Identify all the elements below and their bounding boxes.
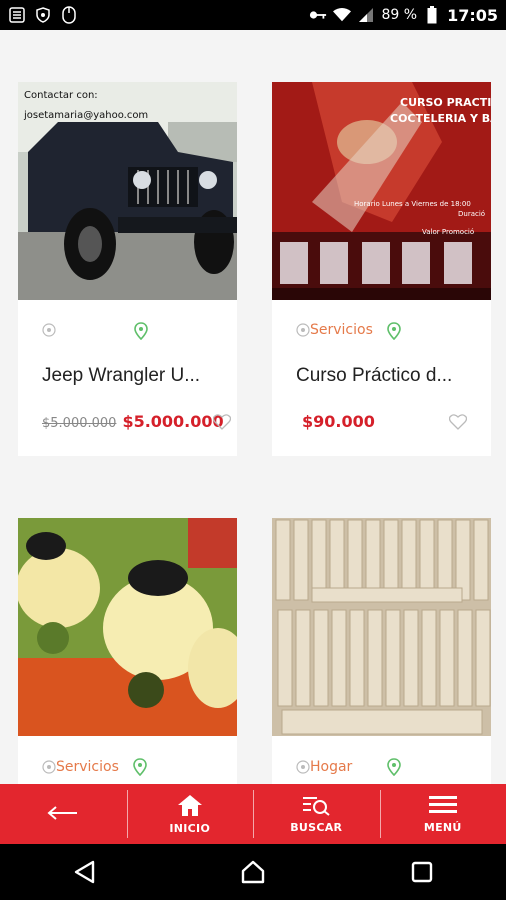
search-list-icon bbox=[301, 794, 331, 819]
category-text: Servicios bbox=[56, 759, 119, 775]
battery-percent: 89 % bbox=[381, 7, 418, 23]
home-icon bbox=[176, 793, 204, 820]
system-back-icon[interactable] bbox=[64, 852, 104, 892]
location-pin-icon bbox=[387, 322, 401, 341]
menu-button[interactable]: MENÚ bbox=[379, 784, 506, 844]
price: $5.000.000 bbox=[122, 412, 224, 431]
listing-image-rolls[interactable] bbox=[272, 518, 491, 736]
image-text: Horario Lunes a Viernes de 18:00 bbox=[354, 200, 471, 208]
category-icon bbox=[42, 760, 56, 774]
system-home-icon[interactable] bbox=[233, 852, 273, 892]
home-label: INICIO bbox=[169, 822, 211, 835]
listing-card[interactable]: Servicios bbox=[18, 518, 237, 784]
clock: 17:05 bbox=[447, 5, 498, 25]
listing-grid[interactable]: Contactar con: josetamaria@yahoo.com Jee… bbox=[0, 30, 506, 784]
category-label: Servicios bbox=[42, 759, 119, 775]
price-row: $90.000 bbox=[296, 412, 375, 431]
location-pin-icon bbox=[387, 758, 401, 777]
category-text: Hogar bbox=[310, 759, 353, 775]
system-recents-icon[interactable] bbox=[402, 852, 442, 892]
listing-card[interactable]: CURSO PRACTIC COCTELERIA Y BAR Horario L… bbox=[272, 82, 491, 456]
image-text: COCTELERIA Y BAR bbox=[390, 112, 491, 125]
menu-icon bbox=[8, 6, 26, 24]
bottom-nav: INICIO BUSCAR MENÚ bbox=[0, 784, 506, 844]
shield-icon bbox=[34, 6, 52, 24]
arrow-left-icon bbox=[47, 805, 79, 824]
listing-image-jeep[interactable]: Contactar con: josetamaria@yahoo.com bbox=[18, 82, 237, 300]
menu-label: MENÚ bbox=[423, 821, 462, 834]
category-label: Servicios bbox=[296, 322, 373, 338]
price: $90.000 bbox=[302, 412, 375, 431]
old-price: $5.000.000 bbox=[42, 416, 117, 431]
search-button[interactable]: BUSCAR bbox=[253, 784, 380, 844]
system-nav-bar bbox=[0, 844, 506, 900]
listing-image-course[interactable]: CURSO PRACTIC COCTELERIA Y BAR Horario L… bbox=[272, 82, 491, 300]
category-icon bbox=[296, 323, 310, 337]
category-label bbox=[42, 323, 56, 337]
mouse-icon bbox=[60, 6, 78, 24]
favorite-heart-icon[interactable] bbox=[212, 414, 232, 430]
key-icon bbox=[309, 6, 327, 24]
location-pin-icon bbox=[133, 758, 147, 777]
image-text: Duració bbox=[458, 210, 485, 218]
category-icon bbox=[42, 323, 56, 337]
hamburger-icon bbox=[428, 794, 458, 819]
search-label: BUSCAR bbox=[290, 821, 343, 834]
category-icon bbox=[296, 760, 310, 774]
image-text: Valor Promoció bbox=[422, 228, 474, 236]
listing-title[interactable]: Curso Práctico d... bbox=[296, 365, 471, 387]
listing-card[interactable]: Hogar bbox=[272, 518, 491, 784]
wifi-icon bbox=[333, 6, 352, 24]
image-text: Contactar con: bbox=[24, 90, 98, 101]
signal-icon bbox=[357, 6, 375, 24]
image-text: CURSO PRACTIC bbox=[400, 96, 491, 109]
listing-title[interactable]: Jeep Wrangler U... bbox=[42, 365, 217, 387]
status-bar: 89 % 17:05 bbox=[0, 0, 506, 30]
listing-image-food[interactable] bbox=[18, 518, 237, 736]
battery-icon bbox=[423, 6, 441, 24]
category-label: Hogar bbox=[296, 759, 352, 775]
image-text: josetamaria@yahoo.com bbox=[23, 110, 148, 121]
price-row: $5.000.000 $5.000.000 bbox=[42, 412, 224, 431]
category-text: Servicios bbox=[310, 322, 373, 338]
listing-card[interactable]: Contactar con: josetamaria@yahoo.com Jee… bbox=[18, 82, 237, 456]
favorite-heart-icon[interactable] bbox=[448, 414, 468, 430]
back-button[interactable] bbox=[0, 784, 127, 844]
home-button[interactable]: INICIO bbox=[126, 784, 254, 844]
location-pin-icon bbox=[134, 322, 148, 341]
